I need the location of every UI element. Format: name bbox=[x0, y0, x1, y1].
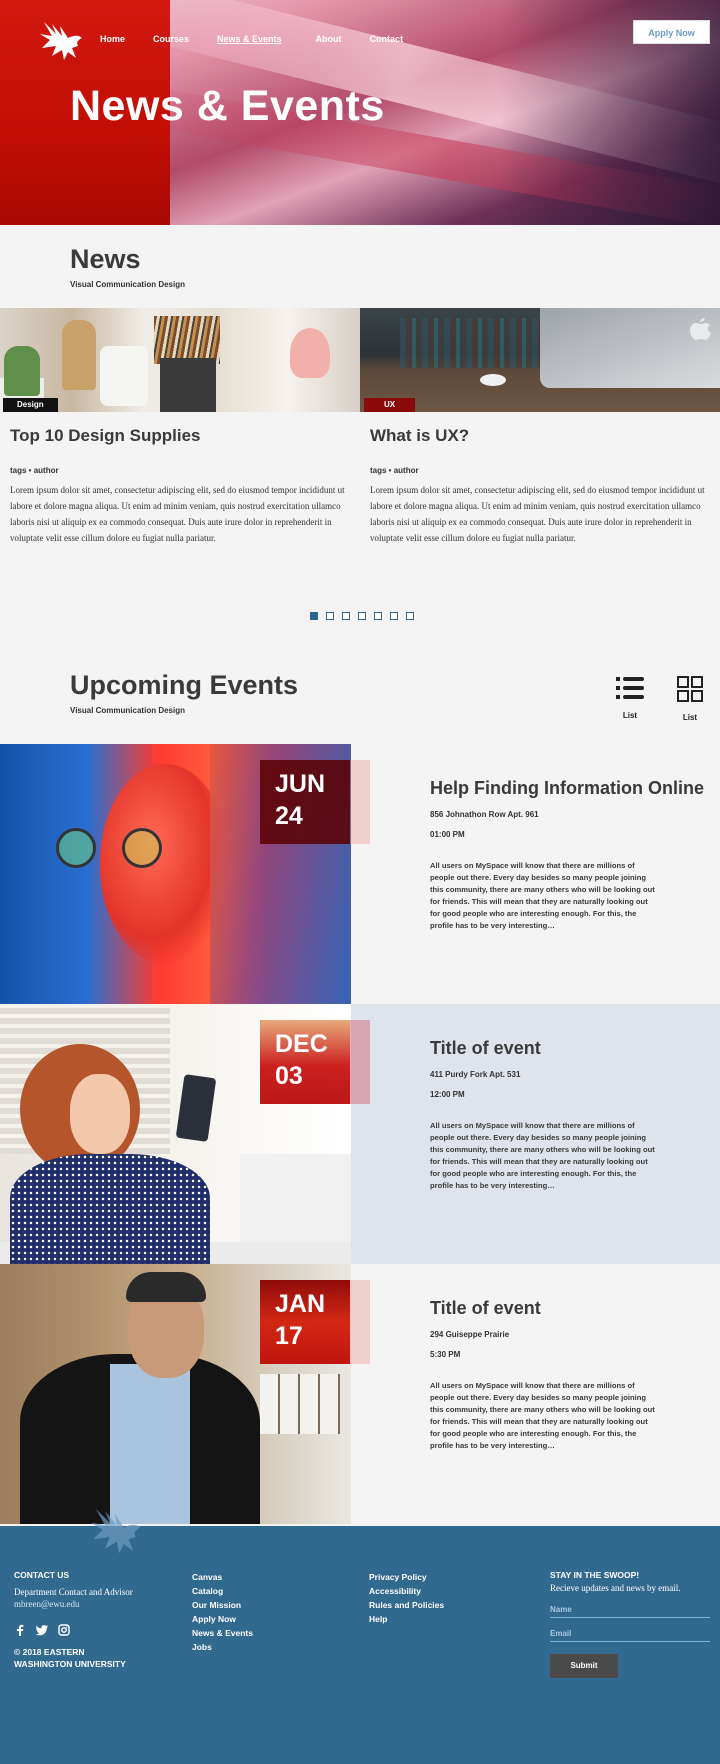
copyright-line: WASHINGTON UNIVERSITY bbox=[14, 1659, 126, 1669]
page-title: News & Events bbox=[70, 82, 385, 130]
pagination-dot[interactable] bbox=[374, 612, 382, 620]
event-time: 01:00 PM bbox=[430, 830, 465, 839]
footer-link-help[interactable]: Help bbox=[369, 1612, 444, 1626]
footer-heading: CONTACT US bbox=[14, 1570, 70, 1580]
event-month: JAN bbox=[275, 1290, 326, 1318]
footer-link-privacy-policy[interactable]: Privacy Policy bbox=[369, 1570, 444, 1584]
news-card-image[interactable] bbox=[360, 308, 720, 412]
event-date-badge: DEC 03 bbox=[260, 1020, 370, 1104]
news-heading: News bbox=[70, 244, 141, 274]
grid-icon bbox=[677, 676, 703, 702]
event-day: 03 bbox=[275, 1062, 303, 1090]
site-footer: CONTACT US Department Contact and Adviso… bbox=[0, 1508, 720, 1764]
event-date-badge: JUN 24 bbox=[260, 760, 370, 844]
event-time: 5:30 PM bbox=[430, 1350, 461, 1359]
event-address: 294 Guiseppe Prairie bbox=[430, 1330, 510, 1339]
nav-item-contact[interactable]: Contact bbox=[370, 34, 404, 44]
eagle-logo-icon[interactable] bbox=[38, 18, 88, 64]
contact-text: Department Contact and Advisor bbox=[14, 1587, 133, 1597]
event-address: 411 Purdy Fork Apt. 531 bbox=[430, 1070, 521, 1079]
newsletter-text: Recieve updates and news by email. bbox=[550, 1583, 681, 1593]
event-description: All users on MySpace will know that ther… bbox=[430, 861, 655, 930]
list-view-button[interactable]: List bbox=[610, 676, 650, 720]
view-label: List bbox=[682, 713, 698, 722]
category-tag[interactable]: Design bbox=[3, 398, 58, 412]
event-row[interactable]: DEC 03 Title of event 411 Purdy Fork Apt… bbox=[0, 1004, 720, 1264]
news-subheading: Visual Communication Design bbox=[70, 280, 185, 289]
eagle-logo-icon bbox=[91, 1508, 141, 1554]
news-pagination bbox=[310, 612, 414, 620]
category-tag[interactable]: UX bbox=[364, 398, 416, 412]
facebook-icon[interactable] bbox=[14, 1624, 26, 1636]
nav-item-news-events[interactable]: News & Events bbox=[217, 34, 282, 44]
main-nav: Home Courses News & Events About Contact bbox=[100, 34, 431, 44]
event-day: 24 bbox=[275, 802, 303, 830]
footer-link-news-events[interactable]: News & Events bbox=[192, 1626, 253, 1640]
event-day: 17 bbox=[275, 1322, 303, 1350]
event-title[interactable]: Help Finding Information Online bbox=[430, 778, 704, 799]
news-card-title[interactable]: Top 10 Design Supplies bbox=[10, 426, 201, 446]
event-description: All users on MySpace will know that ther… bbox=[430, 1121, 655, 1190]
footer-link-our-mission[interactable]: Our Mission bbox=[192, 1598, 253, 1612]
apply-now-button[interactable]: Apply Now bbox=[633, 20, 710, 44]
pagination-dot[interactable] bbox=[342, 612, 350, 620]
hero-banner: Home Courses News & Events About Contact… bbox=[0, 0, 720, 225]
nav-item-home[interactable]: Home bbox=[100, 34, 125, 44]
name-field[interactable] bbox=[550, 1602, 710, 1618]
copyright-line: © 2018 EASTERN bbox=[14, 1647, 85, 1657]
email-field[interactable] bbox=[550, 1626, 710, 1642]
event-title[interactable]: Title of event bbox=[430, 1298, 541, 1319]
nav-item-courses[interactable]: Courses bbox=[153, 34, 189, 44]
pagination-dot[interactable] bbox=[358, 612, 366, 620]
event-title[interactable]: Title of event bbox=[430, 1038, 541, 1059]
news-card-meta: tags • author bbox=[10, 466, 59, 475]
news-card-body: Lorem ipsum dolor sit amet, consectetur … bbox=[370, 485, 705, 543]
footer-link-accessibility[interactable]: Accessibility bbox=[369, 1584, 444, 1598]
event-row[interactable]: JAN 17 Title of event 294 Guiseppe Prair… bbox=[0, 1264, 720, 1524]
event-date-badge: JAN 17 bbox=[260, 1280, 370, 1364]
social-links bbox=[14, 1624, 133, 1636]
grid-view-button[interactable]: List bbox=[670, 676, 710, 722]
footer-link-canvas[interactable]: Canvas bbox=[192, 1570, 253, 1584]
footer-link-catalog[interactable]: Catalog bbox=[192, 1584, 253, 1598]
news-card-meta: tags • author bbox=[370, 466, 419, 475]
pagination-dot[interactable] bbox=[406, 612, 414, 620]
news-card-body: Lorem ipsum dolor sit amet, consectetur … bbox=[10, 485, 345, 543]
pagination-dot[interactable] bbox=[310, 612, 318, 620]
contact-email[interactable]: mbreen@ewu.edu bbox=[14, 1598, 133, 1610]
news-card-image[interactable] bbox=[0, 308, 360, 412]
instagram-icon[interactable] bbox=[58, 1624, 70, 1636]
apple-logo-icon bbox=[690, 318, 711, 340]
nav-item-about[interactable]: About bbox=[316, 34, 342, 44]
events-subheading: Visual Communication Design bbox=[70, 706, 185, 715]
list-icon bbox=[616, 677, 644, 699]
events-heading: Upcoming Events bbox=[70, 670, 299, 700]
newsletter-heading: STAY IN THE SWOOP! bbox=[550, 1570, 640, 1580]
event-description: All users on MySpace will know that ther… bbox=[430, 1381, 655, 1450]
event-month: JUN bbox=[275, 770, 326, 798]
pagination-dot[interactable] bbox=[390, 612, 398, 620]
footer-link-jobs[interactable]: Jobs bbox=[192, 1640, 253, 1654]
news-card-title[interactable]: What is UX? bbox=[370, 426, 469, 446]
footer-contact: CONTACT US Department Contact and Adviso… bbox=[14, 1570, 133, 1670]
event-address: 856 Johnathon Row Apt. 961 bbox=[430, 810, 539, 819]
view-label: List bbox=[622, 711, 638, 720]
copyright: © 2018 EASTERN WASHINGTON UNIVERSITY bbox=[14, 1646, 133, 1670]
newsletter-signup: STAY IN THE SWOOP! Recieve updates and n… bbox=[550, 1570, 710, 1678]
event-time: 12:00 PM bbox=[430, 1090, 465, 1099]
event-month: DEC bbox=[275, 1030, 328, 1058]
pagination-dot[interactable] bbox=[326, 612, 334, 620]
footer-policy-links: Privacy Policy Accessibility Rules and P… bbox=[369, 1570, 444, 1626]
footer-links: Canvas Catalog Our Mission Apply Now New… bbox=[192, 1570, 253, 1654]
footer-link-rules-policies[interactable]: Rules and Policies bbox=[369, 1598, 444, 1612]
footer-link-apply-now[interactable]: Apply Now bbox=[192, 1612, 253, 1626]
submit-button[interactable]: Submit bbox=[550, 1654, 618, 1678]
event-row[interactable]: JUN 24 Help Finding Information Online 8… bbox=[0, 744, 720, 1004]
twitter-icon[interactable] bbox=[36, 1624, 48, 1636]
